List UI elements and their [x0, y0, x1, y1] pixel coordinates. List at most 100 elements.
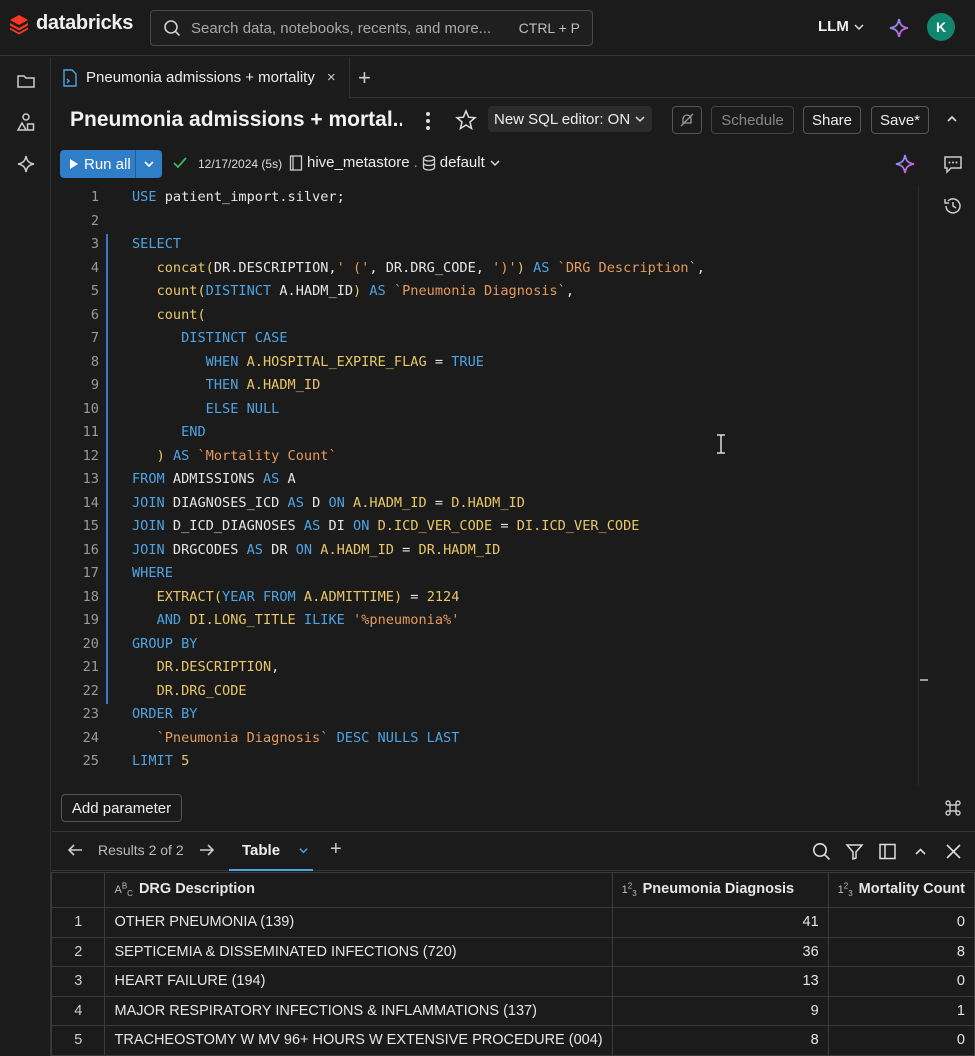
page-title[interactable]: Pneumonia admissions + mortal... — [70, 108, 402, 132]
keyboard-shortcuts-icon[interactable] — [943, 798, 963, 818]
row-index[interactable]: 5 — [50, 1025, 106, 1056]
hide-alert-button[interactable] — [672, 106, 702, 134]
search-icon[interactable] — [812, 842, 831, 861]
run-options-dropdown[interactable] — [136, 158, 162, 170]
chevron-down-icon[interactable] — [298, 845, 309, 856]
row-index[interactable]: 4 — [50, 995, 106, 1026]
code-line[interactable]: 19 AND DI.LONG_TITLE ILIKE '%pneumonia%' — [52, 609, 918, 633]
close-icon[interactable]: × — [327, 69, 336, 86]
column-header-drg-description[interactable]: ABC DRG Description — [104, 872, 613, 908]
line-number: 13 — [82, 471, 99, 487]
folder-icon[interactable] — [16, 71, 36, 91]
arrow-left-icon[interactable] — [66, 842, 84, 858]
save-button[interactable]: Save* — [871, 106, 929, 134]
add-visualization-button[interactable]: + — [330, 838, 342, 861]
history-icon[interactable] — [942, 195, 964, 217]
shapes-icon[interactable] — [16, 112, 36, 132]
left-rail — [0, 57, 51, 1056]
run-all-button[interactable]: Run all — [60, 150, 162, 178]
column-header-pneumonia-diagnosis[interactable]: 123 Pneumonia Diagnosis — [611, 872, 829, 908]
code-line[interactable]: 10 ELSE NULL — [52, 398, 918, 422]
code-line[interactable]: 3 SELECT — [52, 233, 918, 257]
code-line[interactable]: 6 count( — [52, 304, 918, 328]
databricks-logo[interactable]: databricks — [8, 12, 133, 35]
code-line[interactable]: 18 EXTRACT(YEAR FROM A.ADMITTIME) = 2124 — [52, 586, 918, 610]
split-panel-icon[interactable] — [878, 842, 897, 861]
cell-mortality-count[interactable]: 1 — [827, 995, 975, 1026]
table-row[interactable]: 5 TRACHEOSTOMY W MV 96+ HOURS W EXTENSIVE… — [50, 1025, 975, 1056]
code-line[interactable]: 11 END — [52, 421, 918, 445]
tab-pneumonia-query[interactable]: Pneumonia admissions + mortality × — [52, 57, 350, 99]
cell-mortality-count[interactable]: 0 — [827, 966, 975, 997]
line-number: 11 — [82, 424, 99, 440]
cell-drg-description[interactable]: SEPTICEMIA & DISSEMINATED INFECTIONS (72… — [104, 936, 613, 967]
llm-dropdown[interactable]: LLM — [818, 18, 865, 35]
column-header-mortality-count[interactable]: 123 Mortality Count — [827, 872, 975, 908]
table-row[interactable]: 3 HEART FAILURE (194) 13 0 — [50, 966, 975, 997]
run-all-main[interactable]: Run all — [60, 150, 136, 178]
code-line[interactable]: 9 THEN A.HADM_ID — [52, 374, 918, 398]
avatar[interactable]: K — [927, 13, 955, 41]
cell-drg-description[interactable]: OTHER PNEUMONIA (139) — [104, 907, 613, 938]
global-search[interactable]: CTRL + P — [150, 10, 593, 46]
cell-drg-description[interactable]: MAJOR RESPIRATORY INFECTIONS & INFLAMMAT… — [104, 995, 613, 1026]
search-input[interactable] — [191, 19, 511, 37]
code-line[interactable]: 8 WHEN A.HOSPITAL_EXPIRE_FLAG = TRUE — [52, 351, 918, 375]
code-line[interactable]: 12 ) AS `Mortality Count` — [52, 445, 918, 469]
schedule-button[interactable]: Schedule — [711, 106, 794, 134]
code-line[interactable]: 13 FROM ADMISSIONS AS A — [52, 468, 918, 492]
code-line[interactable]: 25 LIMIT 5 — [52, 750, 918, 774]
code-line[interactable]: 23 ORDER BY — [52, 703, 918, 727]
cell-pneumonia-diagnosis[interactable]: 13 — [611, 966, 829, 997]
cell-pneumonia-diagnosis[interactable]: 9 — [611, 995, 829, 1026]
code-line[interactable]: 5 count(DISTINCT A.HADM_ID) AS `Pneumoni… — [52, 280, 918, 304]
cell-pneumonia-diagnosis[interactable]: 36 — [611, 936, 829, 967]
code-line[interactable]: 24 `Pneumonia Diagnosis` DESC NULLS LAST — [52, 727, 918, 751]
assistant-icon[interactable] — [16, 154, 36, 174]
kebab-menu-icon[interactable] — [424, 110, 432, 132]
arrow-right-icon[interactable] — [198, 842, 216, 858]
cell-pneumonia-diagnosis[interactable]: 41 — [611, 907, 829, 938]
add-tab-button[interactable]: + — [358, 65, 371, 91]
assistant-sparkle-icon[interactable] — [889, 18, 909, 38]
table-row[interactable]: 1 OTHER PNEUMONIA (139) 41 0 — [50, 907, 975, 938]
code-line[interactable]: 7 DISTINCT CASE — [52, 327, 918, 351]
cell-drg-description[interactable]: HEART FAILURE (194) — [104, 966, 613, 997]
cell-mortality-count[interactable]: 0 — [827, 907, 975, 938]
comment-icon[interactable] — [942, 153, 964, 175]
line-number: 20 — [82, 635, 99, 652]
code-line[interactable]: 20 GROUP BY — [52, 633, 918, 657]
table-row[interactable]: 4 MAJOR RESPIRATORY INFECTIONS & INFLAMMA… — [50, 995, 975, 1026]
cell-drg-description[interactable]: TRACHEOSTOMY W MV 96+ HOURS W EXTENSIVE … — [104, 1025, 613, 1056]
code-line[interactable]: 15 JOIN D_ICD_DIAGNOSES AS DI ON D.ICD_VE… — [52, 515, 918, 539]
assistant-sparkle-icon[interactable] — [895, 154, 915, 174]
row-index[interactable]: 3 — [50, 966, 106, 997]
share-button[interactable]: Share — [803, 106, 861, 134]
code-line[interactable]: 22 DR.DRG_CODE — [52, 680, 918, 704]
cell-pneumonia-diagnosis[interactable]: 8 — [611, 1025, 829, 1056]
cell-mortality-count[interactable]: 8 — [827, 936, 975, 967]
code-line[interactable]: 21 DR.DESCRIPTION, — [52, 656, 918, 680]
chevron-up-icon[interactable] — [911, 842, 930, 861]
code-line[interactable]: 2 — [52, 210, 918, 234]
row-index[interactable]: 1 — [50, 907, 106, 938]
star-icon[interactable] — [455, 109, 477, 131]
line-number: 7 — [90, 330, 99, 346]
add-parameter-button[interactable]: Add parameter — [61, 794, 182, 822]
code-line[interactable]: 14 JOIN DIAGNOSES_ICD AS D ON A.HADM_ID =… — [52, 492, 918, 516]
tab-table[interactable]: Table — [229, 832, 313, 871]
sql-code-editor[interactable]: 1 USE patient_import.silver; 2 3 SELECT 4 con… — [52, 186, 918, 786]
catalog-selector[interactable]: hive_metastore . default — [289, 154, 501, 171]
editor-scrollbar[interactable] — [918, 186, 928, 786]
code-line[interactable]: 16 JOIN DRGCODES AS DR ON A.HADM_ID = DR.… — [52, 539, 918, 563]
row-index[interactable]: 2 — [50, 936, 106, 967]
filter-icon[interactable] — [845, 842, 864, 861]
close-icon[interactable] — [944, 842, 963, 861]
code-line[interactable]: 17 WHERE — [52, 562, 918, 586]
table-row[interactable]: 2 SEPTICEMIA & DISSEMINATED INFECTIONS (7… — [50, 936, 975, 967]
code-line[interactable]: 1 USE patient_import.silver; — [52, 186, 918, 210]
chevron-up-icon[interactable] — [945, 112, 959, 126]
sql-editor-toggle[interactable]: New SQL editor: ON — [488, 106, 653, 132]
code-line[interactable]: 4 concat(DR.DESCRIPTION,' (', DR.DRG_COD… — [52, 257, 918, 281]
cell-mortality-count[interactable]: 0 — [827, 1025, 975, 1056]
